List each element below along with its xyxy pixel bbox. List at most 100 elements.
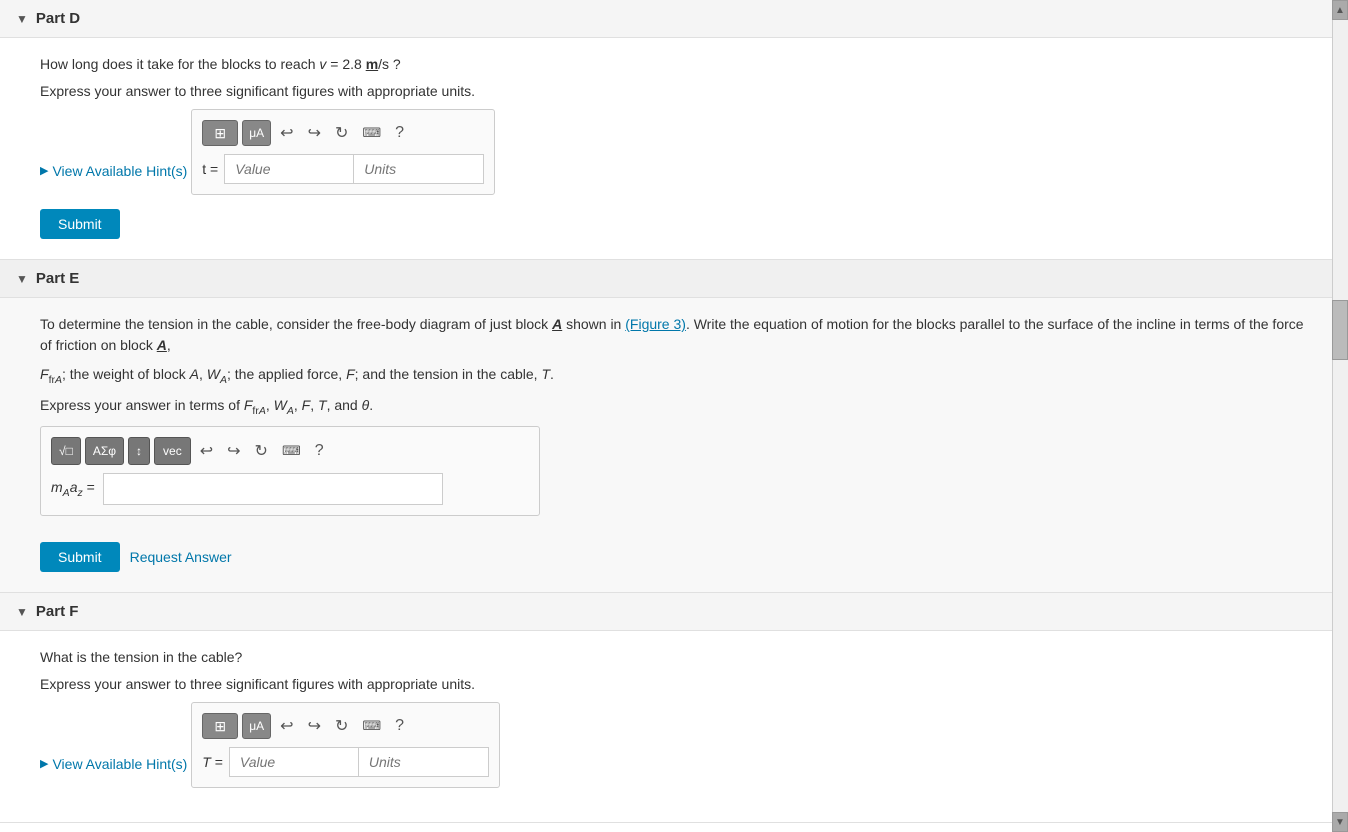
redo-f-icon: ↪ (308, 716, 321, 736)
part-d-units-input[interactable] (354, 154, 484, 184)
part-f-answer-box: ⊞ μΑ ↩ ↪ ↻ (191, 702, 500, 788)
hint-f-triangle-icon: ▶ (40, 757, 48, 770)
part-d-toolbar: ⊞ μΑ ↩ ↪ ↻ (202, 120, 484, 146)
part-e-toolbar: √□ ΑΣφ ↕ vec ↩ (51, 437, 529, 465)
part-f-input-row: T = (202, 747, 489, 777)
part-d-input-label: t = (202, 161, 218, 177)
part-e-answer-input[interactable] (103, 473, 443, 505)
part-e-header[interactable]: ▼ Part E (0, 260, 1332, 298)
part-e-matrix-button[interactable]: √□ (51, 437, 81, 465)
help-icon-e: ? (315, 442, 324, 460)
part-e-undo-button[interactable]: ↩ (195, 438, 218, 464)
part-e-submit-button[interactable]: Submit (40, 542, 120, 572)
matrix-icon: √□ (59, 444, 73, 458)
part-d-grid-button[interactable]: ⊞ (202, 120, 238, 146)
part-d-input-row: t = (202, 154, 484, 184)
part-f-mu-button[interactable]: μΑ (242, 713, 271, 739)
part-e-request-answer-link[interactable]: Request Answer (130, 549, 232, 565)
help-icon: ? (395, 124, 404, 142)
vec-icon: vec (163, 444, 182, 458)
part-f-express: Express your answer to three significant… (40, 676, 1312, 692)
undo-icon: ↩ (280, 123, 293, 143)
part-d-section: ▼ Part D How long does it take for the b… (0, 0, 1332, 260)
greek-icon: ΑΣφ (93, 444, 116, 458)
part-f-units-input[interactable] (359, 747, 489, 777)
page-container: ▲ ▼ ▼ Part D How long does it take for t… (0, 0, 1348, 832)
redo-icon: ↪ (308, 123, 321, 143)
part-e-arrows-button[interactable]: ↕ (128, 437, 150, 465)
part-f-help-button[interactable]: ? (390, 714, 409, 738)
part-d-header[interactable]: ▼ Part D (0, 0, 1332, 38)
part-f-grid-button[interactable]: ⊞ (202, 713, 238, 739)
part-e-input-row: mAaz = (51, 473, 529, 505)
part-d-answer-box: ⊞ μΑ ↩ ↪ ↻ (191, 109, 495, 195)
part-f-header[interactable]: ▼ Part F (0, 593, 1332, 631)
part-e-section: ▼ Part E To determine the tension in the… (0, 260, 1332, 593)
part-d-keyboard-button[interactable]: ⌨ (357, 122, 386, 144)
mu-icon: μΑ (249, 126, 264, 140)
part-e-question-line2: FfrA; the weight of block A, WA; the app… (40, 364, 1312, 389)
scrollbar-thumb[interactable] (1332, 300, 1348, 360)
part-f-body: What is the tension in the cable? Expres… (0, 631, 1332, 822)
part-f-keyboard-button[interactable]: ⌨ (357, 715, 386, 737)
refresh-icon-e: ↻ (255, 441, 268, 461)
part-d-body: How long does it take for the blocks to … (0, 38, 1332, 259)
part-e-express: Express your answer in terms of FfrA, WA… (40, 397, 1312, 417)
part-d-help-button[interactable]: ? (390, 121, 409, 145)
part-f-value-input[interactable] (229, 747, 359, 777)
keyboard-icon-e: ⌨ (282, 443, 301, 459)
arrows-icon: ↕ (136, 444, 142, 458)
part-f-section: ▼ Part F What is the tension in the cabl… (0, 593, 1332, 823)
undo-f-icon: ↩ (280, 716, 293, 736)
part-f-input-label: T = (202, 754, 223, 770)
part-d-title: Part D (36, 10, 80, 27)
part-e-collapse-icon: ▼ (16, 272, 28, 286)
part-d-mu-button[interactable]: μΑ (242, 120, 271, 146)
part-e-title: Part E (36, 270, 79, 287)
part-e-greek-button[interactable]: ΑΣφ (85, 437, 124, 465)
part-f-title: Part F (36, 603, 79, 620)
keyboard-f-icon: ⌨ (362, 718, 381, 734)
scrollbar-down-arrow[interactable]: ▼ (1332, 812, 1348, 832)
part-f-undo-button[interactable]: ↩ (275, 713, 298, 739)
help-f-icon: ? (395, 717, 404, 735)
part-e-actions: Submit Request Answer (40, 542, 1312, 572)
part-d-actions: Submit (40, 209, 1312, 239)
refresh-f-icon: ↻ (335, 716, 348, 736)
mu-f-icon: μΑ (249, 719, 264, 733)
grid-f-icon: ⊞ (214, 718, 226, 735)
part-e-refresh-button[interactable]: ↻ (250, 438, 273, 464)
part-d-redo-button[interactable]: ↪ (303, 120, 326, 146)
part-f-redo-button[interactable]: ↪ (303, 713, 326, 739)
refresh-icon: ↻ (335, 123, 348, 143)
scrollbar-track[interactable]: ▲ ▼ (1332, 0, 1348, 832)
part-d-value-input[interactable] (224, 154, 354, 184)
part-e-question: To determine the tension in the cable, c… (40, 314, 1312, 356)
redo-icon-e: ↪ (227, 441, 240, 461)
part-e-redo-button[interactable]: ↪ (222, 438, 245, 464)
part-d-hint-label: View Available Hint(s) (52, 163, 187, 179)
part-e-vec-button[interactable]: vec (154, 437, 191, 465)
part-d-express: Express your answer to three significant… (40, 83, 1312, 99)
part-d-submit-button[interactable]: Submit (40, 209, 120, 239)
keyboard-icon: ⌨ (362, 125, 381, 141)
part-e-input-label: mAaz = (51, 479, 95, 499)
part-e-help-button[interactable]: ? (310, 439, 329, 463)
part-d-question: How long does it take for the blocks to … (40, 54, 1312, 75)
part-d-collapse-icon: ▼ (16, 12, 28, 26)
part-f-collapse-icon: ▼ (16, 605, 28, 619)
figure3-link[interactable]: (Figure 3) (625, 316, 686, 332)
undo-icon-e: ↩ (200, 441, 213, 461)
part-d-refresh-button[interactable]: ↻ (330, 120, 353, 146)
grid-icon: ⊞ (214, 125, 226, 142)
part-d-hint-link[interactable]: ▶ View Available Hint(s) (40, 163, 187, 179)
part-e-keyboard-button[interactable]: ⌨ (277, 440, 306, 462)
part-f-hint-link[interactable]: ▶ View Available Hint(s) (40, 756, 187, 772)
part-f-hint-label: View Available Hint(s) (52, 756, 187, 772)
part-f-question: What is the tension in the cable? (40, 647, 1312, 668)
part-f-refresh-button[interactable]: ↻ (330, 713, 353, 739)
scrollbar-up-arrow[interactable]: ▲ (1332, 0, 1348, 20)
part-e-answer-box: √□ ΑΣφ ↕ vec ↩ (40, 426, 540, 516)
part-f-toolbar: ⊞ μΑ ↩ ↪ ↻ (202, 713, 489, 739)
part-d-undo-button[interactable]: ↩ (275, 120, 298, 146)
